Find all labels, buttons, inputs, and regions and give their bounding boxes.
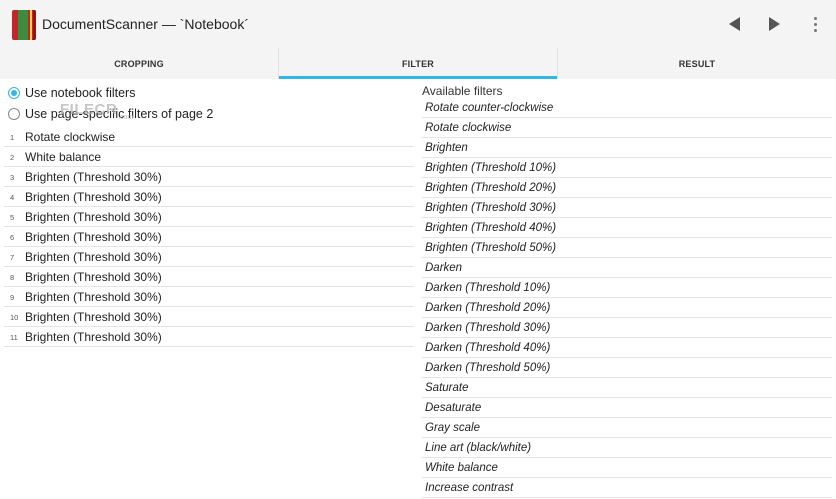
item-label: Brighten (Threshold 20%) <box>425 182 557 194</box>
prev-arrow-icon <box>728 17 740 31</box>
list-item[interactable]: Darken (Threshold 40%) <box>422 339 832 358</box>
list-item[interactable]: Brighten <box>422 139 832 158</box>
list-item[interactable]: 10 Brighten (Threshold 30%) <box>4 308 414 327</box>
list-item[interactable]: 4 Brighten (Threshold 30%) <box>4 188 414 207</box>
tab-cropping[interactable]: CROPPING <box>0 48 279 79</box>
available-filters-header: Available filters <box>422 84 503 98</box>
item-label: Brighten (Threshold 30%) <box>25 330 162 344</box>
watermark: FILECR <box>60 101 118 118</box>
tab-bar: CROPPING FILTER RESULT <box>0 48 836 79</box>
item-label: Brighten <box>425 142 468 154</box>
list-item[interactable]: 5 Brighten (Threshold 30%) <box>4 208 414 227</box>
list-item[interactable]: Darken (Threshold 20%) <box>422 299 832 318</box>
list-item[interactable]: Brighten (Threshold 40%) <box>422 219 832 238</box>
list-item[interactable]: Saturate <box>422 379 832 398</box>
item-label: Desaturate <box>425 402 482 414</box>
item-label: Rotate clockwise <box>425 122 512 134</box>
list-item[interactable]: Darken <box>422 259 832 278</box>
item-number: 4 <box>10 192 15 202</box>
item-label: Darken (Threshold 40%) <box>425 342 551 354</box>
list-item[interactable]: 7 Brighten (Threshold 30%) <box>4 248 414 267</box>
list-item[interactable]: Brighten (Threshold 30%) <box>422 199 832 218</box>
item-number: 8 <box>10 272 15 282</box>
item-number: 6 <box>10 232 15 242</box>
item-label: White balance <box>425 462 498 474</box>
item-label: Brighten (Threshold 30%) <box>25 290 162 304</box>
item-label: White balance <box>25 150 102 164</box>
list-item[interactable]: Darken (Threshold 30%) <box>422 319 832 338</box>
item-label: Gray scale <box>425 422 480 434</box>
applied-filters-list: 1 Rotate clockwise 2 White balance 3 Brighten… <box>4 128 414 348</box>
overflow-menu-icon <box>813 16 817 32</box>
item-label: Brighten (Threshold 10%) <box>425 162 557 174</box>
list-item[interactable]: Darken (Threshold 50%) <box>422 359 832 378</box>
item-number: 7 <box>10 252 15 262</box>
list-item[interactable]: Gray scale <box>422 419 832 438</box>
item-number: 2 <box>10 152 15 162</box>
radio-label: Use notebook filters <box>25 86 136 100</box>
item-label: Darken (Threshold 10%) <box>425 282 551 294</box>
item-label: Brighten (Threshold 30%) <box>425 202 557 214</box>
list-item[interactable]: Brighten (Threshold 20%) <box>422 179 832 198</box>
radio-unchecked-icon <box>8 108 20 120</box>
list-item[interactable]: 9 Brighten (Threshold 30%) <box>4 288 414 307</box>
list-item[interactable]: 1 Rotate clockwise <box>4 128 414 147</box>
tab-filter[interactable]: FILTER <box>279 48 558 79</box>
item-label: Brighten (Threshold 30%) <box>25 210 162 224</box>
list-item[interactable]: Darken (Threshold 10%) <box>422 279 832 298</box>
item-number: 3 <box>10 172 15 182</box>
previous-page-button[interactable] <box>724 14 744 34</box>
item-label: Brighten (Threshold 30%) <box>25 250 162 264</box>
list-item[interactable]: Brighten (Threshold 50%) <box>422 239 832 258</box>
list-item[interactable]: Rotate clockwise <box>422 119 832 138</box>
list-item[interactable]: White balance <box>422 459 832 478</box>
item-label: Line art (black/white) <box>425 442 532 454</box>
item-label: Brighten (Threshold 30%) <box>25 230 162 244</box>
item-number: 11 <box>10 332 18 342</box>
item-label: Darken <box>425 262 463 274</box>
tab-result[interactable]: RESULT <box>558 48 836 79</box>
item-label: Saturate <box>425 382 469 394</box>
available-filters-list: Rotate counter-clockwise Rotate clockwise… <box>422 99 832 499</box>
list-item[interactable]: 8 Brighten (Threshold 30%) <box>4 268 414 287</box>
item-label: Brighten (Threshold 30%) <box>25 310 162 324</box>
item-number: 9 <box>10 292 15 302</box>
list-item[interactable]: Increase contrast <box>422 479 832 498</box>
list-item[interactable]: Line art (black/white) <box>422 439 832 458</box>
item-number: 1 <box>10 132 15 142</box>
list-item[interactable]: Rotate counter-clockwise <box>422 99 832 118</box>
notebook-icon <box>12 10 36 40</box>
item-number: 5 <box>10 212 15 222</box>
action-bar: DocumentScanner — `Notebook´ <box>0 0 836 48</box>
list-item[interactable]: 6 Brighten (Threshold 30%) <box>4 228 414 247</box>
item-label: Darken (Threshold 30%) <box>425 322 551 334</box>
list-item[interactable]: 3 Brighten (Threshold 30%) <box>4 168 414 187</box>
item-number: 10 <box>10 312 19 322</box>
next-arrow-icon <box>768 17 780 31</box>
item-label: Darken (Threshold 20%) <box>425 302 551 314</box>
item-label: Brighten (Threshold 30%) <box>25 170 162 184</box>
app-title: DocumentScanner — `Notebook´ <box>42 16 249 32</box>
list-item[interactable]: 2 White balance <box>4 148 414 167</box>
overflow-menu-button[interactable] <box>806 14 824 34</box>
list-item[interactable]: Desaturate <box>422 399 832 418</box>
item-label: Rotate counter-clockwise <box>425 102 554 114</box>
list-item[interactable]: Brighten (Threshold 10%) <box>422 159 832 178</box>
item-label: Rotate clockwise <box>25 130 116 144</box>
item-label: Brighten (Threshold 30%) <box>25 270 162 284</box>
next-page-button[interactable] <box>764 14 784 34</box>
watermark-sub: .com <box>118 114 134 121</box>
item-label: Brighten (Threshold 30%) <box>25 190 162 204</box>
list-item[interactable]: 11 Brighten (Threshold 30%) <box>4 328 414 347</box>
item-label: Brighten (Threshold 50%) <box>425 242 557 254</box>
item-label: Brighten (Threshold 40%) <box>425 222 557 234</box>
item-label: Darken (Threshold 50%) <box>425 362 551 374</box>
radio-checked-icon <box>8 87 20 99</box>
notebook-filters-radio[interactable]: Use notebook filters <box>8 84 135 102</box>
